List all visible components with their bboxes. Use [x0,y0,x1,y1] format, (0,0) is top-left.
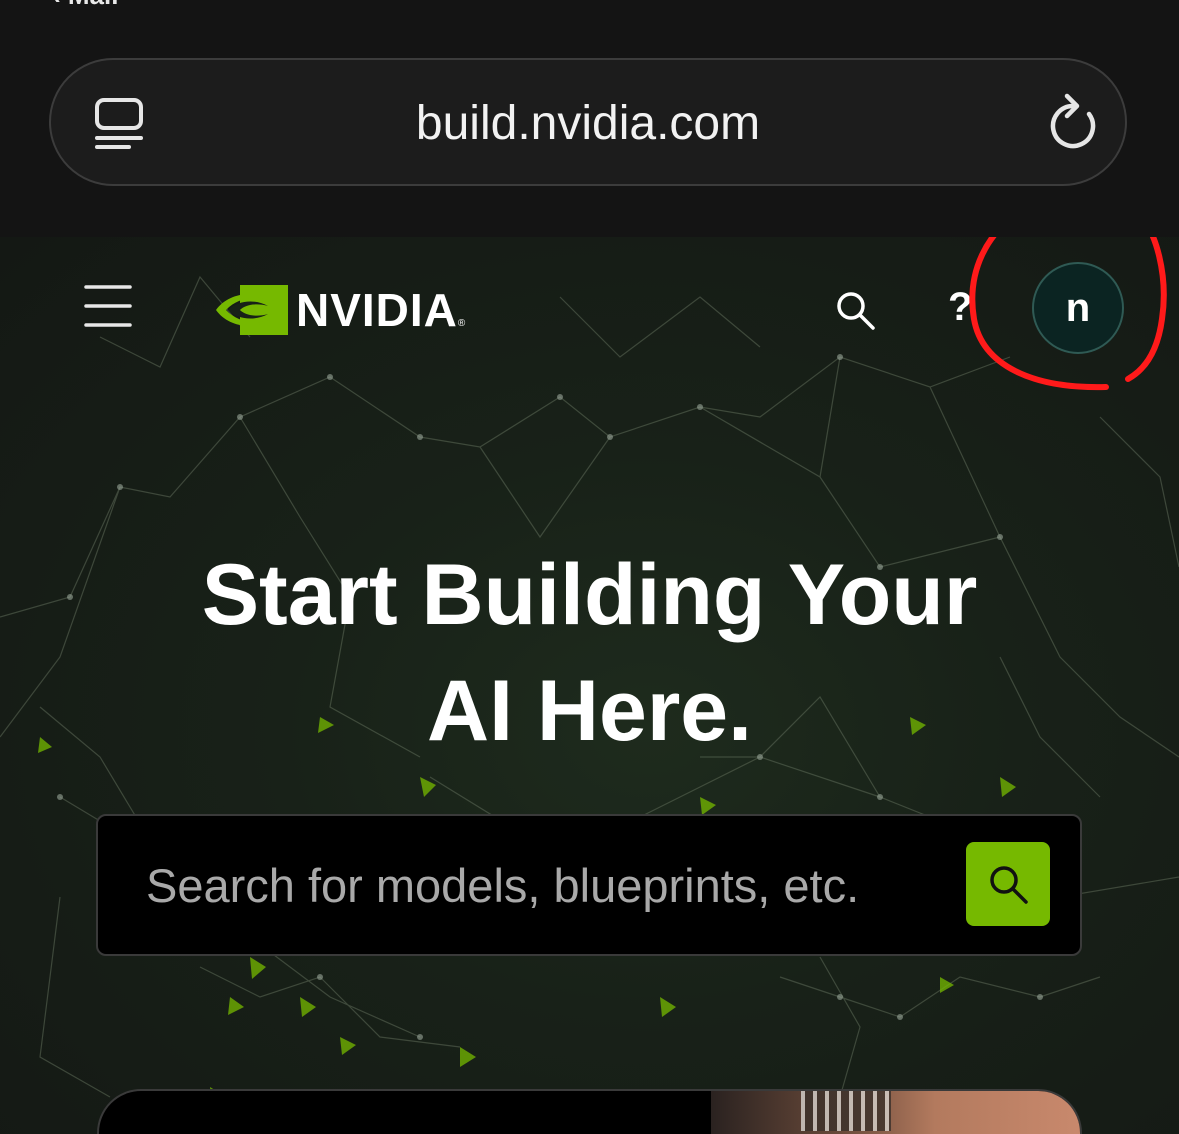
screen: ‹ Mail build.nvidia.com [0,0,1179,1134]
nvidia-logo[interactable]: NVIDIA ® [214,285,465,335]
search-submit-button[interactable] [966,842,1050,926]
logo-wordmark: NVIDIA [296,284,458,336]
logo-registered-mark: ® [457,318,466,329]
model-search-input[interactable] [146,816,946,954]
url-text[interactable]: build.nvidia.com [51,96,1125,152]
featured-card[interactable] [97,1089,1082,1134]
hero-title: Start Building Your AI Here. [0,537,1179,769]
search-icon[interactable] [834,289,876,331]
hero-title-line-2: AI Here. [426,663,753,759]
featured-card-thumbnail [711,1091,1080,1134]
search-icon [990,866,1028,904]
nvidia-eye-logo-icon [216,285,288,335]
back-to-app-link[interactable]: ‹ Mail [52,0,118,11]
hamburger-menu-icon[interactable] [84,283,132,329]
avatar-initial: n [1065,285,1091,330]
model-search-box [96,814,1082,956]
site-header: NVIDIA ® ? n [0,237,1179,387]
browser-toolbar: ‹ Mail build.nvidia.com [0,0,1179,237]
address-bar[interactable]: build.nvidia.com [49,58,1127,186]
nvidia-build-page: NVIDIA ® ? n Start Building Your AI Here… [0,237,1179,1134]
hero-title-line-1: Start Building Your [201,547,978,643]
user-avatar-button[interactable]: n [1032,262,1124,354]
thumbnail-shelf-detail [801,1091,891,1131]
reload-icon[interactable] [1045,92,1101,152]
help-icon[interactable]: ? [948,283,972,331]
